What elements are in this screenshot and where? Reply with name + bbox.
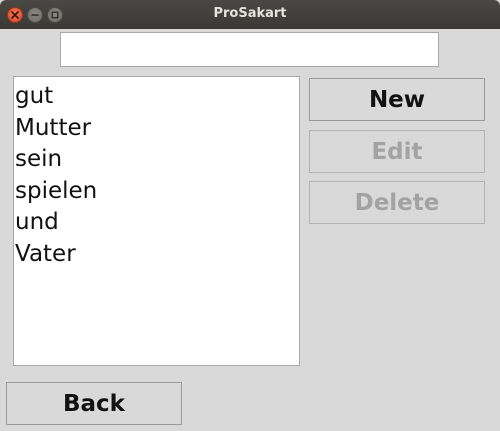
list-item[interactable]: Mutter xyxy=(15,113,299,145)
list-item[interactable]: spielen xyxy=(15,176,299,208)
list-item[interactable]: gut xyxy=(15,81,299,113)
back-button[interactable]: Back xyxy=(6,382,182,425)
app-window: ProSakart gut Mutter sein spielen und Vater N… xyxy=(0,0,500,431)
word-listbox[interactable]: gut Mutter sein spielen und Vater xyxy=(13,76,300,366)
new-button[interactable]: New xyxy=(309,78,485,121)
list-item[interactable]: sein xyxy=(15,144,299,176)
title-bar[interactable]: ProSakart xyxy=(0,0,500,29)
delete-button[interactable]: Delete xyxy=(309,181,485,224)
list-item[interactable]: Vater xyxy=(15,239,299,271)
word-entry-field[interactable] xyxy=(60,32,439,67)
edit-button[interactable]: Edit xyxy=(309,130,485,173)
window-title: ProSakart xyxy=(213,6,287,21)
list-item[interactable]: und xyxy=(15,207,299,239)
